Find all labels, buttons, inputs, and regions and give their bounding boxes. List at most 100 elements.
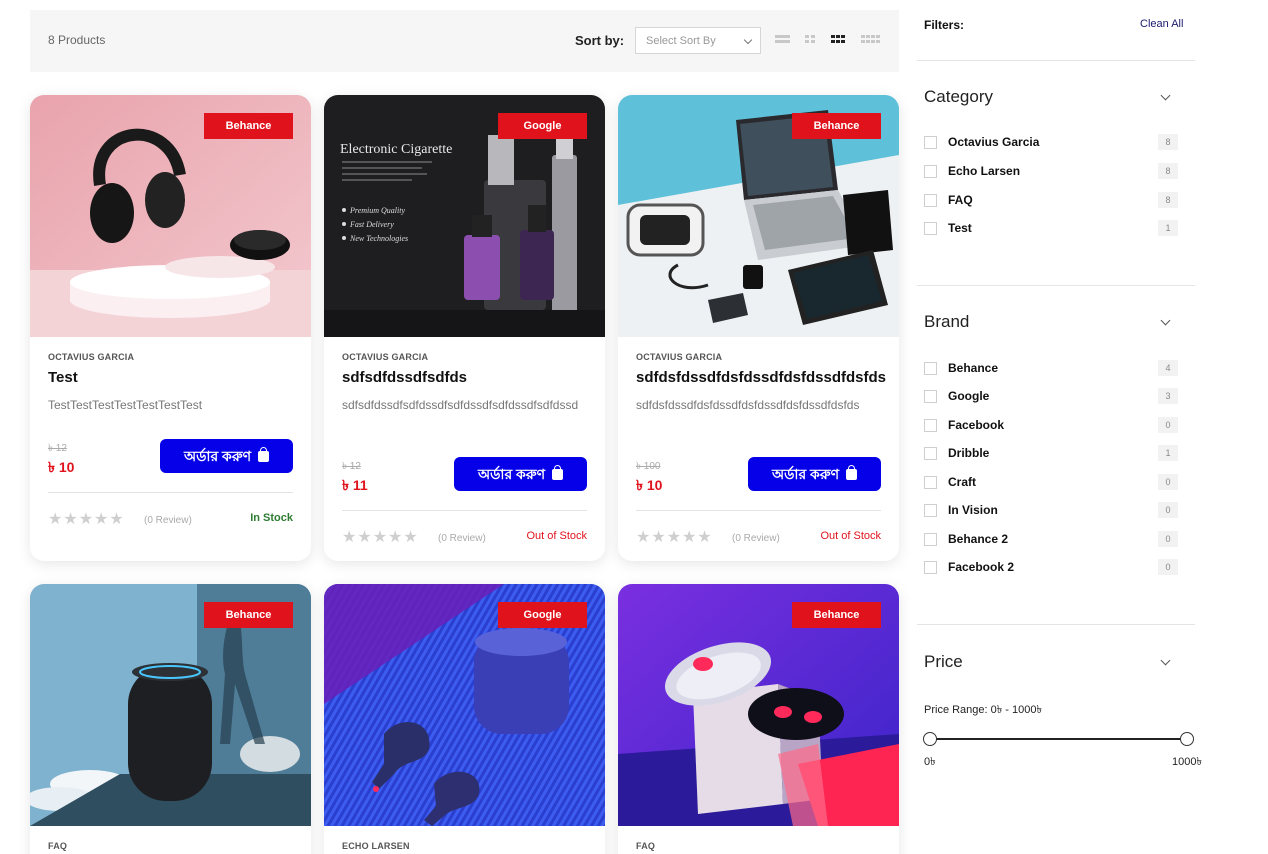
brand-badge: Behance (792, 113, 881, 139)
divider (917, 285, 1195, 286)
product-image-earbuds-open[interactable]: Behance (618, 584, 899, 826)
checkbox[interactable] (924, 390, 937, 403)
brand-filter-item[interactable]: Behance 2 0 (924, 531, 1178, 549)
price-max-label: 1000৳ (1172, 756, 1202, 768)
order-button-label: অর্ডার করুণ (771, 466, 840, 482)
checkbox[interactable] (924, 533, 937, 546)
product-title[interactable]: Test (48, 369, 78, 386)
brand-filter-item[interactable]: Facebook 0 (924, 417, 1178, 435)
brand-badge: Google (498, 602, 587, 628)
price-slider-max-handle[interactable] (1180, 732, 1194, 746)
product-category: FAQ (636, 841, 656, 851)
sort-select[interactable]: Select Sort By (635, 27, 761, 54)
checkbox[interactable] (924, 447, 937, 460)
brand-badge: Behance (204, 602, 293, 628)
filter-label: FAQ (948, 193, 973, 207)
price-slider-min-handle[interactable] (923, 732, 937, 746)
checkbox[interactable] (924, 136, 937, 149)
brand-filter-item[interactable]: Facebook 2 0 (924, 559, 1178, 577)
brand-filter-item[interactable]: Behance 4 (924, 360, 1178, 378)
filter-count: 8 (1158, 163, 1178, 179)
product-image-earbuds-case[interactable]: Google (324, 584, 605, 826)
filter-label: Behance 2 (948, 532, 1009, 546)
category-filter-item[interactable]: Octavius Garcia 8 (924, 134, 1178, 152)
filter-label: Echo Larsen (948, 164, 1021, 178)
product-card[interactable]: Electronic Cigarette Premium Quality Fas… (324, 95, 605, 561)
order-button-label: অর্ডার করুণ (477, 466, 546, 482)
category-filter-item[interactable]: FAQ 8 (924, 192, 1178, 210)
divider (48, 492, 293, 493)
category-filter-item[interactable]: Test 1 (924, 220, 1178, 238)
products-toolbar: 8 Products Sort by: Select Sort By (30, 10, 899, 72)
filter-count: 0 (1158, 502, 1178, 518)
filter-count: 0 (1158, 417, 1178, 433)
stock-status: In Stock (250, 512, 293, 524)
checkbox[interactable] (924, 561, 937, 574)
checkbox[interactable] (924, 222, 937, 235)
sort-label: Sort by: (575, 33, 625, 48)
checkbox[interactable] (924, 194, 937, 207)
category-filter-item[interactable]: Echo Larsen 8 (924, 163, 1178, 181)
order-button[interactable]: অর্ডার করুণ (454, 457, 587, 491)
grid-view-icon[interactable] (831, 34, 846, 48)
ecig-title: Electronic Cigarette (340, 142, 452, 157)
product-image-laptop-vr[interactable]: Behance (618, 95, 899, 337)
chevron-down-icon[interactable] (1160, 90, 1171, 101)
clean-all-link[interactable]: Clean All (1140, 18, 1183, 30)
product-image-ecig[interactable]: Electronic Cigarette Premium Quality Fas… (324, 95, 605, 337)
filter-label: Google (948, 389, 990, 403)
divider (636, 510, 881, 511)
product-category: FAQ (48, 841, 68, 851)
product-card[interactable]: Behance FAQ (30, 584, 311, 854)
brand-section-title[interactable]: Brand (924, 312, 969, 332)
brand-filter-item[interactable]: Google 3 (924, 388, 1178, 406)
category-section-title[interactable]: Category (924, 87, 993, 107)
divider (342, 510, 587, 511)
brand-filter-item[interactable]: Craft 0 (924, 474, 1178, 492)
sort-placeholder: Select Sort By (646, 35, 716, 47)
checkbox[interactable] (924, 504, 937, 517)
current-price: ৳ 11 (342, 477, 368, 493)
brand-filter-item[interactable]: In Vision 0 (924, 502, 1178, 520)
price-slider-track[interactable] (930, 738, 1187, 740)
shopping-bag-icon (846, 465, 858, 480)
filter-count: 1 (1158, 445, 1178, 461)
filter-count: 1 (1158, 220, 1178, 236)
chevron-down-icon[interactable] (1160, 315, 1171, 326)
stock-status: Out of Stock (820, 530, 881, 542)
current-price: ৳ 10 (636, 477, 663, 493)
product-image-smart-speaker[interactable]: Behance (30, 584, 311, 826)
filter-label: Octavius Garcia (948, 135, 1040, 149)
product-image-headphones[interactable]: Behance (30, 95, 311, 337)
price-section-title[interactable]: Price (924, 652, 963, 672)
order-button[interactable]: অর্ডার করুণ (748, 457, 881, 491)
rating-stars: ★★★★★ (342, 529, 419, 546)
product-card[interactable]: Behance OCTAVIUS GARCIA sdfdsfdssdfdsfds… (618, 95, 899, 561)
product-card[interactable]: Behance FAQ (618, 584, 899, 854)
product-card[interactable]: Behance OCTAVIUS GARCIA Test TestTestTes… (30, 95, 311, 561)
small-grid-icon[interactable] (805, 34, 815, 48)
current-price: ৳ 10 (48, 459, 75, 475)
product-title[interactable]: sdfdsfdssdfdsfdssdfdsfdssdfdsfds (636, 369, 886, 386)
brand-badge: Behance (204, 113, 293, 139)
product-title[interactable]: sdfsdfdssdfsdfds (342, 369, 467, 386)
large-grid-icon[interactable] (861, 34, 881, 48)
checkbox[interactable] (924, 165, 937, 178)
filter-count: 8 (1158, 192, 1178, 208)
brand-filter-item[interactable]: Dribble 1 (924, 445, 1178, 463)
order-button[interactable]: অর্ডার করুণ (160, 439, 293, 473)
checkbox[interactable] (924, 419, 937, 432)
divider (917, 60, 1195, 61)
checkbox[interactable] (924, 362, 937, 375)
chevron-down-icon[interactable] (1160, 655, 1171, 666)
product-category: OCTAVIUS GARCIA (342, 352, 429, 362)
product-card[interactable]: Google ECHO LARSEN (324, 584, 605, 854)
list-view-icon[interactable] (775, 34, 790, 48)
filter-count: 0 (1158, 559, 1178, 575)
review-count: (0 Review) (144, 515, 192, 526)
checkbox[interactable] (924, 476, 937, 489)
order-button-label: অর্ডার করুণ (183, 448, 252, 464)
filter-count: 8 (1158, 134, 1178, 150)
shopping-bag-icon (258, 447, 270, 462)
filter-label: Behance (948, 361, 999, 375)
